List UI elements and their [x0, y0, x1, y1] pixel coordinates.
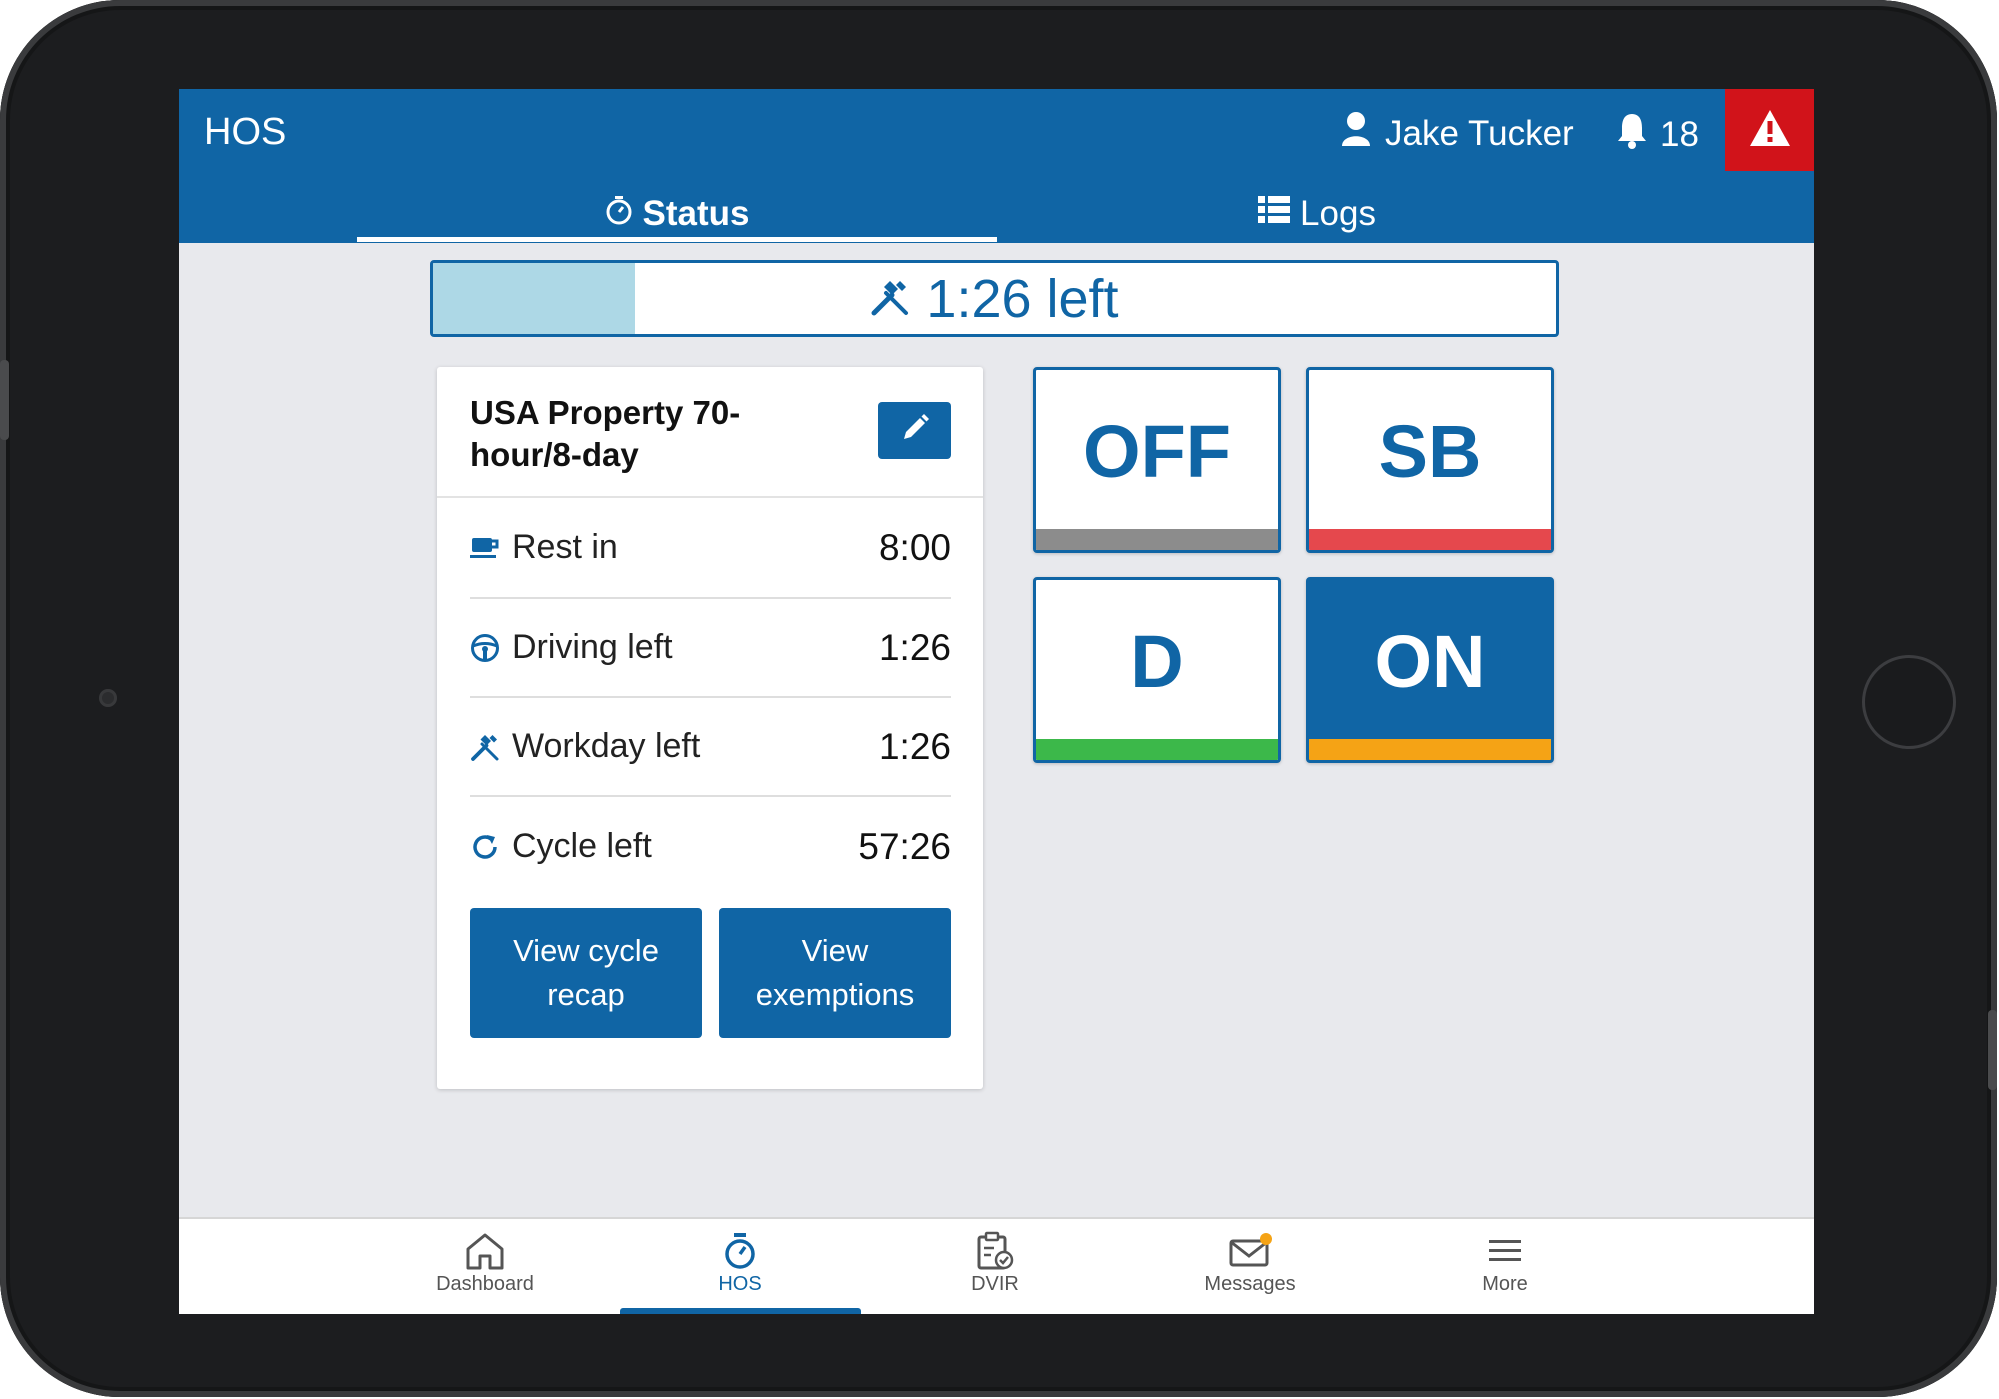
timer-value: 57:26: [858, 825, 951, 867]
nav-hos[interactable]: HOS: [620, 1229, 860, 1309]
list-icon: [1258, 194, 1291, 234]
app-screen: HOS Jake Tucker 18 Status Logs 1:26 left…: [179, 89, 1814, 1314]
duty-status-color-bar: [1036, 529, 1278, 550]
nav-label: Dashboard: [436, 1273, 534, 1295]
user-name: Jake Tucker: [1385, 113, 1574, 153]
nav-more[interactable]: More: [1385, 1229, 1625, 1309]
view-cycle-recap-button[interactable]: View cycle recap: [470, 908, 702, 1038]
duty-status-sb-button[interactable]: SB: [1306, 367, 1554, 553]
timer-value: 1:26: [878, 725, 951, 767]
app-header: HOS Jake Tucker 18 Status Logs: [179, 89, 1814, 243]
duty-status-on-button[interactable]: ON: [1306, 577, 1554, 763]
tab-status-label: Status: [642, 194, 750, 233]
duty-status-label: ON: [1374, 619, 1486, 703]
nav-label: HOS: [718, 1273, 762, 1295]
bottom-navigation: Dashboard HOS DVIR Messages More: [179, 1217, 1814, 1314]
timer-row-workday: Workday left 1:26: [470, 697, 951, 796]
progress-text: 1:26 left: [433, 263, 1556, 334]
timer-label: Cycle left: [512, 827, 652, 865]
timer-label: Driving left: [512, 628, 673, 666]
nav-label: More: [1482, 1273, 1528, 1295]
duty-status-label: D: [1130, 619, 1184, 703]
bell-icon: [1616, 111, 1648, 158]
hos-ruleset-card: USA Property 70-hour/8-day Rest in 8:00: [437, 367, 983, 1089]
timer-value: 1:26: [878, 626, 951, 668]
nav-dashboard[interactable]: Dashboard: [365, 1229, 605, 1309]
steering-wheel-icon: [470, 633, 500, 663]
tab-logs[interactable]: Logs: [997, 185, 1637, 243]
timer-label: Rest in: [512, 528, 618, 566]
progress-label: 1:26 left: [926, 268, 1119, 329]
envelope-icon: [1228, 1229, 1272, 1273]
tab-status[interactable]: Status: [357, 185, 997, 243]
tools-icon: [470, 732, 500, 762]
alert-button[interactable]: [1725, 89, 1814, 171]
user-icon: [1341, 111, 1371, 156]
user-profile[interactable]: Jake Tucker: [1341, 111, 1574, 156]
ruleset-title: USA Property 70-hour/8-day: [470, 394, 741, 473]
home-icon: [464, 1229, 506, 1273]
active-tab-indicator: [357, 237, 997, 242]
notifications[interactable]: 18: [1616, 111, 1699, 158]
cycle-icon: [470, 832, 500, 862]
timer-row-rest: Rest in 8:00: [470, 498, 951, 597]
edit-ruleset-button[interactable]: [878, 402, 951, 459]
clipboard-check-icon: [975, 1229, 1015, 1273]
coffee-cup-icon: [470, 535, 500, 561]
front-camera: [99, 689, 117, 707]
duty-status-label: OFF: [1083, 409, 1231, 493]
stopwatch-icon: [605, 194, 633, 234]
nav-dvir[interactable]: DVIR: [875, 1229, 1115, 1309]
time-remaining-progress: 1:26 left: [430, 260, 1559, 337]
tablet-frame: HOS Jake Tucker 18 Status Logs 1:26 left…: [0, 0, 1997, 1397]
notification-count: 18: [1660, 114, 1699, 154]
nav-label: Messages: [1204, 1273, 1296, 1295]
hamburger-icon: [1487, 1229, 1523, 1273]
nav-messages[interactable]: Messages: [1130, 1229, 1370, 1309]
app-title: HOS: [204, 111, 287, 153]
side-button: [0, 360, 9, 440]
home-button[interactable]: [1862, 655, 1956, 749]
duty-status-off-button[interactable]: OFF: [1033, 367, 1281, 553]
duty-status-color-bar: [1036, 739, 1278, 760]
timer-value: 8:00: [878, 526, 951, 568]
side-button: [1988, 1010, 1997, 1090]
duty-status-color-bar: [1309, 529, 1551, 550]
duty-status-label: SB: [1378, 409, 1482, 493]
pencil-icon: [900, 413, 930, 448]
stopwatch-icon: [722, 1229, 758, 1273]
nav-label: DVIR: [971, 1273, 1019, 1295]
warning-icon: [1748, 108, 1792, 153]
timer-row-cycle: Cycle left 57:26: [470, 797, 951, 896]
duty-status-color-bar: [1309, 739, 1551, 760]
tools-icon: [870, 268, 910, 330]
tab-logs-label: Logs: [1300, 194, 1376, 233]
duty-status-d-button[interactable]: D: [1033, 577, 1281, 763]
timer-label: Workday left: [512, 727, 701, 765]
active-nav-indicator: [620, 1308, 861, 1314]
view-exemptions-button[interactable]: View exemptions: [719, 908, 951, 1038]
timer-row-driving: Driving left 1:26: [470, 598, 951, 697]
